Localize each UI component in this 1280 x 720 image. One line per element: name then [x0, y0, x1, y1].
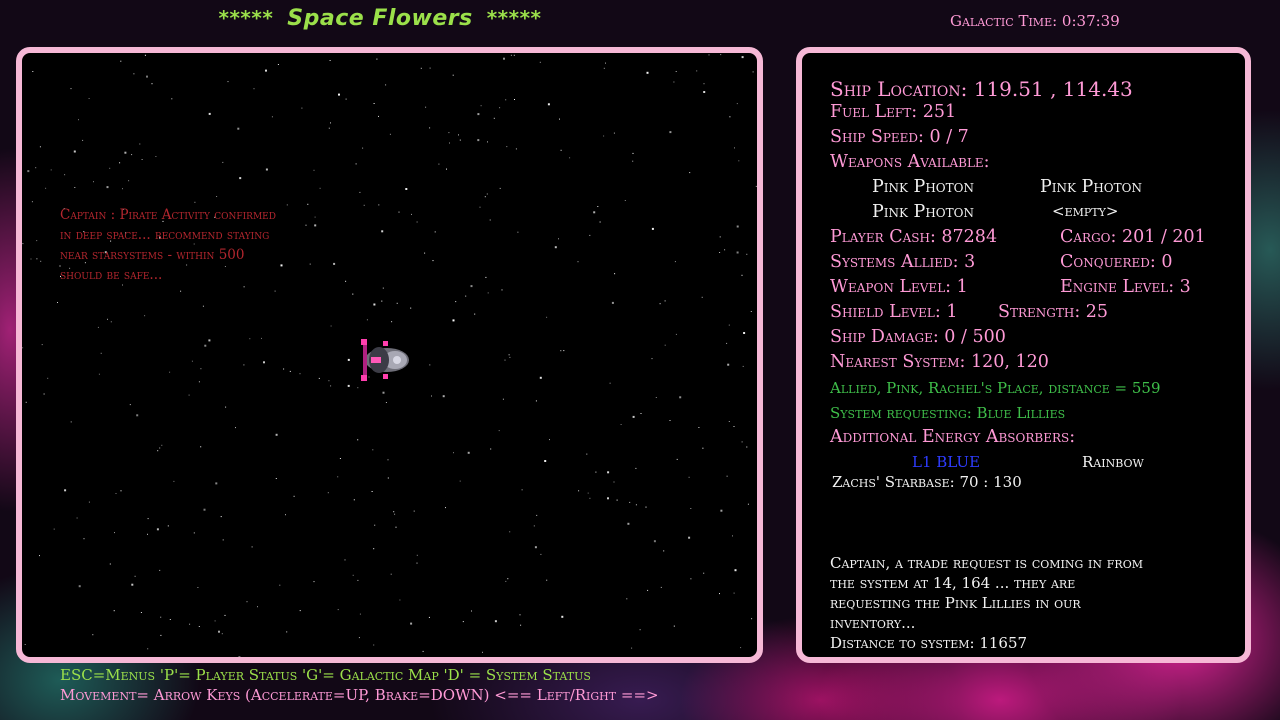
ship-speed: Ship Speed: 0 / 7 — [830, 127, 969, 147]
systems-allied: Systems Allied: 3 — [830, 252, 976, 272]
weapon-slot-4: <empty> — [1052, 202, 1119, 220]
systems-conquered: Conquered: 0 — [1060, 252, 1173, 272]
shield-strength: Strength: 25 — [998, 302, 1109, 322]
weapons-label: Weapons Available: — [830, 152, 990, 172]
pirate-warning-message: Captain : Pirate Activity confirmed in d… — [60, 205, 390, 285]
shield-level: Shield Level: 1 — [830, 302, 958, 322]
trade-message-line: requesting the Pink Lillies in our — [830, 594, 1081, 612]
starbase-location: Zachs' Starbase: 70 : 130 — [832, 473, 1022, 491]
energy-absorber-2: Rainbow — [1082, 453, 1144, 471]
title-text: Space Flowers — [287, 6, 473, 31]
pirate-warning-line: should be safe... — [60, 267, 163, 283]
weapon-slot-2: Pink Photon — [1040, 177, 1142, 197]
trade-request-message: Captain, a trade request is coming in fr… — [830, 553, 1230, 653]
title-stars-right: ***** — [486, 6, 542, 30]
shield-row: Shield Level: 1 Strength: 25 — [830, 302, 1108, 322]
player-cash: Player Cash: 87284 — [830, 227, 998, 247]
allied-conquered-row: Systems Allied: 3 Conquered: 0 — [830, 252, 1172, 272]
trade-distance: Distance to system: 11657 — [830, 634, 1028, 652]
title-stars-left: ***** — [218, 6, 274, 30]
trade-message-line: inventory... — [830, 614, 916, 632]
controls-help-line2: Movement= Arrow Keys (Accelerate=UP, Bra… — [60, 686, 659, 704]
cash-cargo-row: Player Cash: 87284 Cargo: 201 / 201 — [830, 227, 1206, 247]
pirate-warning-line: Captain : Pirate Activity confirmed — [60, 207, 276, 223]
pirate-warning-line: in deep space... recommend staying — [60, 227, 270, 243]
controls-help-line1: ESC=Menus 'P'= Player Status 'G'= Galact… — [60, 666, 591, 684]
fuel-left: Fuel Left: 251 — [830, 102, 957, 122]
game-title: ***** Space Flowers ***** — [0, 6, 760, 31]
ship-damage: Ship Damage: 0 / 500 — [830, 327, 1006, 347]
pirate-warning-line: near starsystems - within 500 — [60, 247, 245, 263]
weapon-level: Weapon Level: 1 — [830, 277, 968, 297]
weapon-slot-3: Pink Photon — [872, 202, 974, 222]
weapon-slot-1: Pink Photon — [872, 177, 974, 197]
system-request: System requesting: Blue Lillies — [830, 404, 1066, 422]
status-panel: Ship Location: 119.51 , 114.43 Fuel Left… — [796, 47, 1251, 663]
levels-row: Weapon Level: 1 Engine Level: 3 — [830, 277, 1191, 297]
ship-location: Ship Location: 119.51 , 114.43 — [830, 77, 1133, 101]
energy-absorbers-label: Additional Energy Absorbers: — [830, 427, 1076, 447]
trade-message-line: Captain, a trade request is coming in fr… — [830, 554, 1143, 572]
trade-message-line: the system at 14, 164 ... they are — [830, 574, 1076, 592]
player-ship-icon[interactable] — [357, 337, 413, 383]
engine-level: Engine Level: 3 — [1060, 277, 1191, 297]
cargo: Cargo: 201 / 201 — [1060, 227, 1206, 247]
allied-system-info: Allied, Pink, Rachel's Place, distance =… — [830, 379, 1161, 397]
space-view-panel[interactable]: Captain : Pirate Activity confirmed in d… — [16, 47, 763, 663]
galactic-time: Galactic Time: 0:37:39 — [950, 12, 1120, 30]
energy-absorber-1: L1 BLUE — [912, 453, 981, 471]
nearest-system: Nearest System: 120, 120 — [830, 352, 1049, 372]
